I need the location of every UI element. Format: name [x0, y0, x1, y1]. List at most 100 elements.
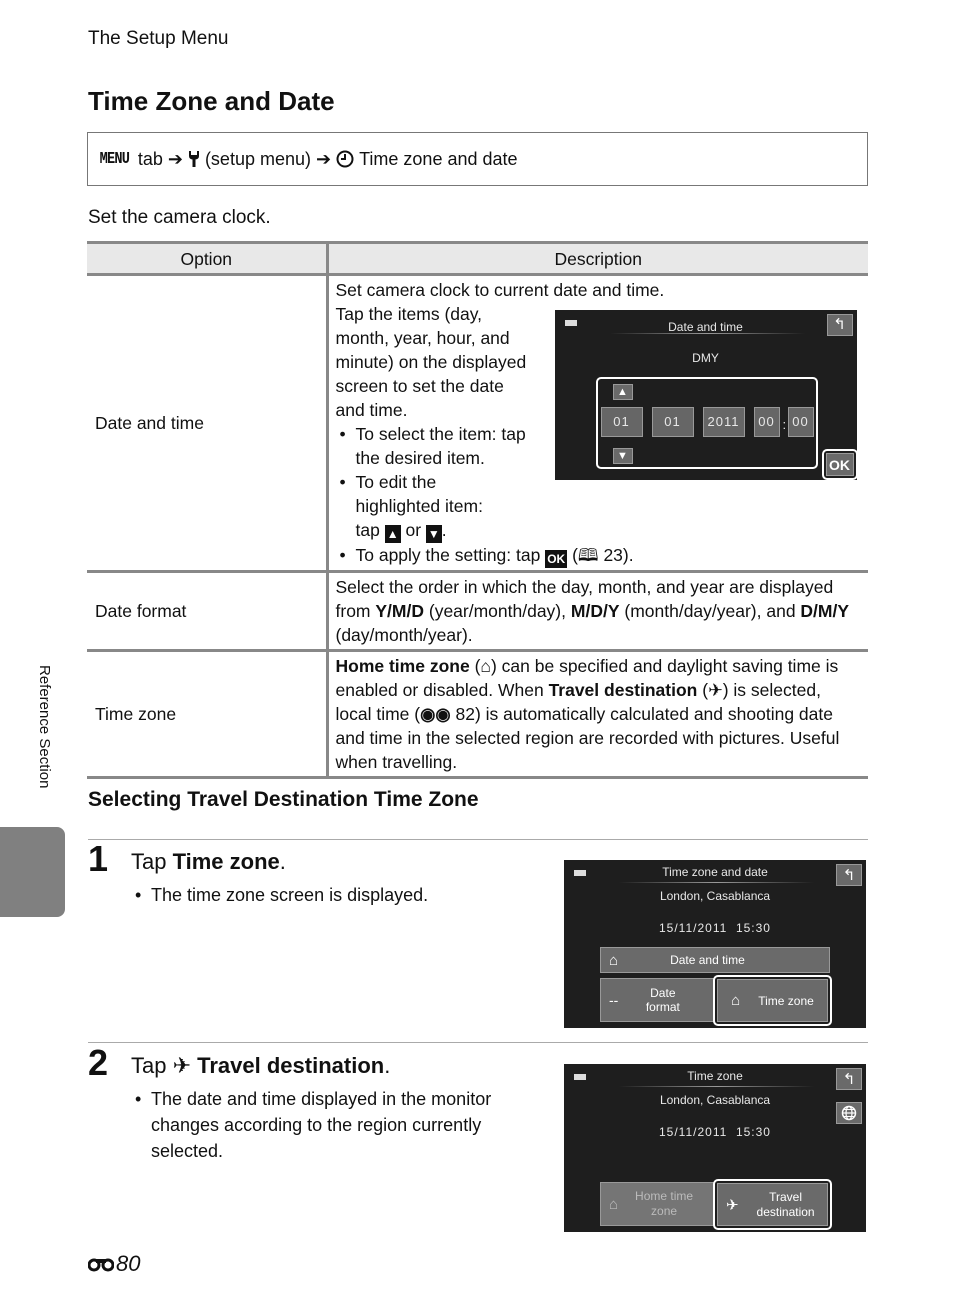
home-time-zone-term: Home time zone [335, 656, 470, 676]
description-cell: Select the order in which the day, month… [327, 571, 868, 652]
desc-para: Tap the items (day, month, year, hour, a… [335, 304, 527, 420]
year-field[interactable]: 2011 [702, 407, 745, 437]
time-zone-button[interactable]: ⌂ Time zone [717, 979, 828, 1022]
page-title: Time Zone and Date [88, 86, 335, 116]
camera-screen-time-zone-and-date: Time zone and date ↰ London, Casablanca … [564, 860, 866, 1028]
button-label: Date and time [670, 953, 745, 967]
menu-button-icon: MENU [99, 149, 130, 169]
step-bullets: The date and time displayed in the monit… [131, 1086, 531, 1164]
increment-button[interactable]: ▲ [612, 384, 633, 400]
airplane-icon: ✈ [708, 680, 723, 700]
step-divider [88, 1042, 868, 1043]
title-underline [619, 882, 814, 883]
button-label: Home time zone [635, 1189, 694, 1218]
camera-screen-date-time: Date and time ↰ DMY ▲ 01 01 2011 00 : 00… [554, 310, 858, 480]
step-title-bold: Travel destination [197, 1053, 385, 1078]
ok-icon: OK [545, 550, 568, 568]
step-title-pre: Tap [131, 1053, 173, 1078]
bullet-item: To apply the setting: tap OK (🕮 23). [336, 543, 862, 568]
format-ymd: Y/M/D [375, 601, 424, 621]
title-underline [609, 333, 805, 334]
setup-menu-label: (setup menu) [204, 148, 311, 169]
date-format-label: DMY [692, 351, 719, 365]
home-icon: ⌂ [480, 656, 491, 676]
page-ref: 23). [603, 545, 634, 565]
table-row: Time zone Home time zone (⌂) can be spec… [87, 650, 868, 779]
ok-button[interactable]: OK [825, 453, 854, 476]
airplane-icon: ✈ [726, 1196, 739, 1214]
description-cell: Set camera clock to current date and tim… [327, 274, 868, 573]
time-separator: : [782, 417, 787, 432]
step-divider [88, 839, 868, 840]
home-time-zone-button[interactable]: ⌂ Home time zone [600, 1182, 714, 1226]
arrow-right-icon: ➔ [167, 148, 183, 169]
travel-destination-button[interactable]: ✈ Travel destination [717, 1183, 828, 1226]
title-underline [619, 1086, 814, 1087]
table-header-row: Option Description [87, 241, 868, 276]
section-side-label: Reference Section [36, 665, 53, 789]
city-label: London, Casablanca [659, 1093, 771, 1107]
bullet-item: The time zone screen is displayed. [131, 882, 531, 908]
bullet-text: To select the item: tap the desired item… [355, 424, 526, 468]
desc-text: (day/month/year). [335, 625, 473, 645]
column-header-description: Description [327, 241, 868, 276]
bullet-item: The date and time displayed in the monit… [131, 1086, 531, 1164]
desc-text: (year/month/day), [424, 601, 571, 621]
step-number: 1 [88, 838, 109, 879]
home-icon: ⌂ [609, 951, 619, 969]
airplane-icon: ✈ [172, 1053, 198, 1078]
step-title-bold: Time zone [172, 849, 280, 874]
step-title-post: . [384, 1053, 391, 1078]
screen-title: Time zone [687, 1069, 743, 1083]
reference-binoculars-icon [88, 1258, 114, 1272]
bullet-item: To select the item: tap the desired item… [336, 422, 536, 470]
city-label: London, Casablanca [659, 889, 771, 903]
format-dmy: D/M/Y [800, 601, 850, 621]
home-icon: ⌂ [609, 1195, 619, 1213]
step-title: Tap ✈ Travel destination. [131, 1053, 390, 1079]
date-and-time-button[interactable]: ⌂ Date and time [600, 947, 830, 973]
back-button[interactable]: ↰ [826, 314, 853, 336]
desc-lead: Set camera clock to current date and tim… [335, 280, 665, 300]
button-label: Date format [645, 986, 680, 1014]
step-title-post: . [279, 849, 286, 874]
date-format-button[interactable]: -- Date format [600, 978, 714, 1022]
button-label: Travel destination [756, 1189, 815, 1219]
page-number-text: 80 [116, 1251, 141, 1276]
back-button[interactable]: ↰ [836, 1068, 862, 1090]
reference-binoculars-icon: ◉◉ [420, 704, 451, 724]
step-title-pre: Tap [131, 849, 173, 874]
globe-icon [841, 1105, 857, 1121]
book-icon: 🕮 [577, 545, 599, 565]
hour-field[interactable]: 00 [753, 407, 780, 437]
running-head: The Setup Menu [88, 28, 229, 49]
option-cell: Date and time [87, 274, 329, 573]
menu-path-box: MENU tab ➔ (setup menu) ➔ Time zone and … [87, 132, 868, 186]
wrench-icon [188, 151, 199, 167]
back-button[interactable]: ↰ [836, 864, 862, 886]
button-label: Time zone [758, 993, 814, 1008]
decrement-button[interactable]: ▼ [612, 448, 633, 464]
bullet-item: To edit the highlighted item: tap ▲ or ▼… [336, 470, 511, 543]
screen-title: Date and time [668, 320, 743, 334]
screen-title: Time zone and date [662, 865, 768, 879]
down-triangle-icon: ▼ [425, 525, 442, 543]
format-mdy: M/D/Y [570, 601, 620, 621]
camera-screen-time-zone: Time zone ↰ London, Casablanca 15/11/201… [564, 1064, 866, 1232]
up-triangle-icon: ▲ [384, 525, 401, 543]
bullet-text: To apply the setting: tap [355, 545, 541, 565]
day-field[interactable]: 01 [600, 407, 643, 437]
column-header-option: Option [87, 241, 329, 276]
table-row: Date format Select the order in which th… [87, 571, 868, 652]
travel-destination-term: Travel destination [548, 680, 698, 700]
month-field[interactable]: 01 [651, 407, 694, 437]
menu-item-label: Time zone and date [359, 148, 518, 169]
clock-icon [336, 150, 354, 168]
arrow-right-icon: ➔ [316, 148, 332, 169]
minute-field[interactable]: 00 [787, 407, 814, 437]
section-heading: Selecting Travel Destination Time Zone [88, 788, 479, 811]
option-cell: Time zone [87, 650, 329, 779]
tab-word: tab [137, 148, 163, 169]
desc-text: (month/day/year), and [619, 601, 801, 621]
table-row: Date and time Set camera clock to curren… [87, 274, 868, 573]
